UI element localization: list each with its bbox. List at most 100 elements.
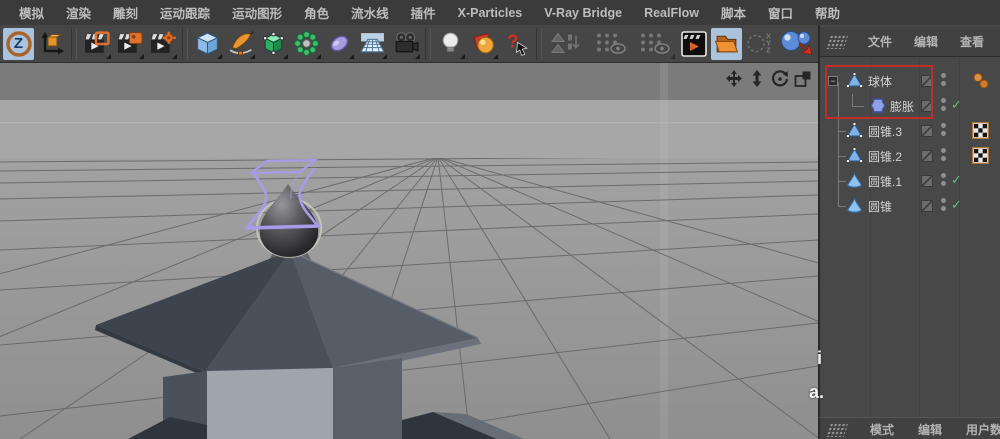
submenu-corner bbox=[415, 53, 420, 59]
add-cube-primitive-button[interactable] bbox=[192, 28, 223, 60]
layer-chip[interactable] bbox=[921, 150, 933, 162]
layer-chip[interactable] bbox=[921, 125, 933, 137]
draw-spline-pen-button[interactable] bbox=[225, 28, 256, 60]
am-menu-edit[interactable]: 编辑 bbox=[918, 421, 942, 438]
object-label[interactable]: 圆锥 bbox=[868, 198, 892, 215]
panel-grip-handle[interactable] bbox=[825, 34, 849, 49]
open-folder-button[interactable] bbox=[711, 27, 742, 60]
scene-3d bbox=[0, 63, 818, 439]
polygon-object-icon bbox=[846, 147, 863, 163]
simulate-dynamics-button[interactable] bbox=[777, 28, 819, 60]
menu-item-window[interactable]: 窗口 bbox=[757, 3, 804, 22]
zoom-icon bbox=[752, 69, 761, 87]
submenu-corner bbox=[460, 53, 465, 59]
render-view-button[interactable] bbox=[81, 28, 112, 60]
snap-settings-button[interactable] bbox=[634, 28, 676, 60]
menu-item-script[interactable]: 脚本 bbox=[710, 3, 757, 22]
menu-item-motion-tracker[interactable]: 运动跟踪 bbox=[149, 3, 221, 22]
bend-deformer-button[interactable] bbox=[324, 28, 355, 60]
help-icon: ? bbox=[507, 31, 528, 56]
object-row-cone2[interactable]: 圆锥.2 bbox=[820, 143, 1000, 169]
object-label[interactable]: 圆锥.2 bbox=[868, 148, 902, 165]
om-menu-edit[interactable]: 编辑 bbox=[914, 33, 938, 50]
maximize-view-icon bbox=[794, 71, 810, 87]
subtitle-fragment: a. bbox=[809, 382, 825, 402]
menu-item-xparticles[interactable]: X-Particles bbox=[447, 6, 534, 20]
rotate-view-button[interactable] bbox=[770, 69, 789, 88]
tag-checkerboard[interactable] bbox=[972, 147, 989, 164]
visibility-dots[interactable] bbox=[941, 148, 946, 161]
object-row-cone1[interactable]: 圆锥.1 ✓ bbox=[820, 168, 1000, 194]
menu-item-realflow[interactable]: RealFlow bbox=[633, 6, 710, 20]
object-row-cone[interactable]: 圆锥 ✓ bbox=[820, 193, 1000, 219]
menu-item-render[interactable]: 渲染 bbox=[55, 3, 102, 22]
enabled-checkmark[interactable]: ✓ bbox=[951, 97, 962, 113]
visibility-dots[interactable] bbox=[941, 73, 946, 86]
visibility-dots[interactable] bbox=[941, 198, 946, 211]
toolbar-separator bbox=[536, 27, 542, 60]
zoom-view-button[interactable] bbox=[747, 69, 766, 88]
viewport-nav bbox=[724, 69, 812, 88]
camera-button[interactable] bbox=[390, 28, 421, 60]
make-editable-button[interactable] bbox=[546, 28, 588, 60]
submenu-corner bbox=[250, 53, 255, 59]
snap-toggle-button[interactable] bbox=[590, 28, 632, 60]
menu-item-sculpt[interactable]: 雕刻 bbox=[102, 3, 149, 22]
visibility-dots[interactable] bbox=[941, 173, 946, 186]
viewport-3d[interactable] bbox=[0, 63, 818, 439]
main-menu-bar: 模拟 渲染 雕刻 运动跟踪 运动图形 角色 流水线 插件 X-Particles… bbox=[0, 0, 1000, 25]
visibility-dots[interactable] bbox=[941, 98, 946, 111]
object-label[interactable]: 圆锥.1 bbox=[868, 173, 902, 190]
render-to-picture-viewer-button[interactable] bbox=[114, 28, 145, 60]
am-menu-userdata[interactable]: 用户数据 bbox=[966, 421, 1000, 438]
menu-item-plugins[interactable]: 插件 bbox=[400, 3, 447, 22]
simulate-dynamics-icon bbox=[781, 30, 812, 55]
object-label[interactable]: 圆锥.3 bbox=[868, 123, 902, 140]
floor-environment-button[interactable] bbox=[357, 28, 388, 60]
attribute-manager-menubar: 模式 编辑 用户数据 bbox=[818, 417, 1000, 439]
am-menu-mode[interactable]: 模式 bbox=[870, 421, 894, 438]
interactive-render-region-button[interactable] bbox=[678, 28, 709, 60]
polygon-object-icon bbox=[846, 122, 863, 138]
axis-lock-xyz-button[interactable]: X Y Z bbox=[744, 28, 775, 60]
axes-cube-button[interactable] bbox=[36, 28, 67, 60]
submenu-corner bbox=[316, 53, 321, 59]
zbrush-plugin-button[interactable]: Z bbox=[3, 27, 34, 60]
toolbar-separator bbox=[182, 27, 188, 60]
new-material-button[interactable] bbox=[468, 28, 499, 60]
toggle-single-view-button[interactable] bbox=[793, 69, 812, 88]
submenu-corner bbox=[217, 53, 222, 59]
panel-grip-handle[interactable] bbox=[825, 422, 849, 437]
om-menu-file[interactable]: 文件 bbox=[868, 33, 892, 50]
toolbar-separator bbox=[425, 27, 431, 60]
menu-item-help[interactable]: 帮助 bbox=[804, 3, 851, 22]
tag-checkerboard[interactable] bbox=[972, 122, 989, 139]
object-tree: − 球体 膨胀 ✓ 圆锥.3 圆锥.2 圆锥.1 ✓ 圆锥 ✓ bbox=[820, 58, 1000, 417]
menu-item-vray-bridge[interactable]: V-Ray Bridge bbox=[533, 6, 633, 20]
pan-icon bbox=[725, 69, 742, 87]
object-row-cone3[interactable]: 圆锥.3 bbox=[820, 118, 1000, 144]
subdivision-surface-button[interactable] bbox=[258, 28, 289, 60]
light-button[interactable] bbox=[435, 28, 466, 60]
edit-render-settings-button[interactable] bbox=[147, 28, 178, 60]
submenu-corner bbox=[349, 53, 354, 59]
menu-item-character[interactable]: 角色 bbox=[293, 3, 340, 22]
submenu-corner bbox=[382, 53, 387, 59]
visibility-dots[interactable] bbox=[941, 123, 946, 136]
enabled-checkmark[interactable]: ✓ bbox=[951, 197, 962, 213]
open-folder-icon bbox=[714, 35, 739, 53]
menu-item-pipeline[interactable]: 流水线 bbox=[340, 3, 400, 22]
layer-chip[interactable] bbox=[921, 200, 933, 212]
array-generator-button[interactable] bbox=[291, 28, 322, 60]
tag-orange-spheres[interactable] bbox=[972, 72, 990, 90]
highlight-rectangle bbox=[825, 65, 933, 119]
axes-cube-icon bbox=[41, 31, 64, 54]
menu-item-simulate[interactable]: 模拟 bbox=[8, 3, 55, 22]
pan-view-button[interactable] bbox=[724, 69, 743, 88]
om-menu-view[interactable]: 查看 bbox=[960, 33, 984, 50]
layer-chip[interactable] bbox=[921, 175, 933, 187]
help-button[interactable]: ? bbox=[501, 28, 532, 60]
menu-item-mograph[interactable]: 运动图形 bbox=[221, 3, 293, 22]
object-manager-panel: 文件 编辑 查看 对象 − bbox=[818, 25, 1000, 439]
enabled-checkmark[interactable]: ✓ bbox=[951, 172, 962, 188]
